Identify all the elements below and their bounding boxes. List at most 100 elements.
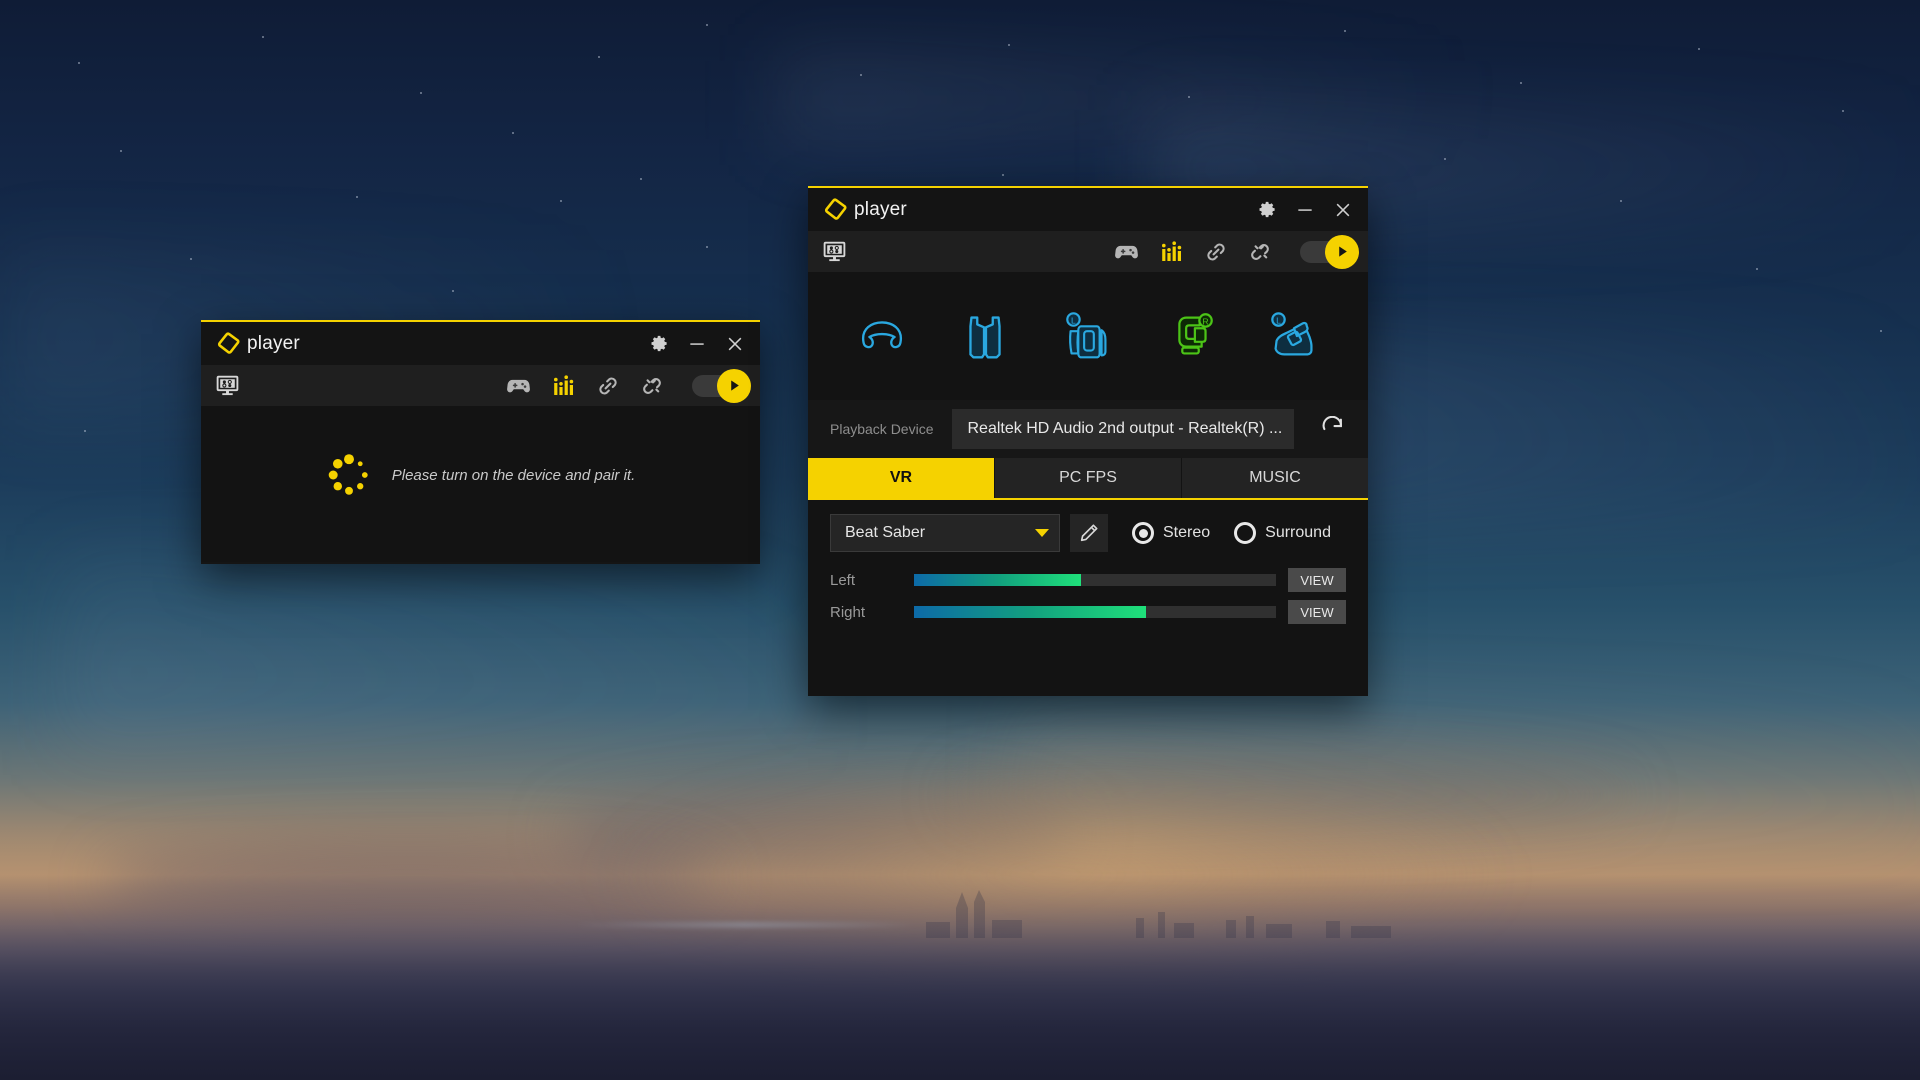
player-logo-icon (824, 198, 847, 220)
svg-text:L: L (1276, 315, 1281, 325)
playback-device-label: Playback Device (830, 421, 934, 437)
view-button-right[interactable]: VIEW (1288, 600, 1346, 624)
app-brand: player (824, 198, 907, 221)
gear-icon[interactable] (1248, 191, 1286, 229)
radio-surround[interactable] (1234, 522, 1257, 544)
cloud-wisp (60, 560, 820, 750)
toolbar-right-group[interactable] (505, 368, 751, 403)
minimize-icon[interactable] (1286, 191, 1324, 229)
vr-settings-panel: Beat Saber Stereo Surround Left VIEW Rig… (808, 500, 1368, 696)
equalizer-icon[interactable] (1160, 240, 1184, 264)
link-icon[interactable] (596, 374, 620, 398)
loading-spinner-icon (328, 454, 368, 495)
playback-device-row: Playback Device Realtek HD Audio 2nd out… (808, 400, 1368, 458)
equalizer-icon[interactable] (552, 374, 576, 398)
star (1520, 82, 1522, 84)
radio-stereo[interactable] (1132, 522, 1154, 544)
toolbar-left-group[interactable] (822, 239, 847, 264)
playback-device-select[interactable]: Realtek HD Audio 2nd output - Realtek(R)… (951, 409, 1295, 449)
main-window[interactable]: player L R L Playback Device Realtek HD … (808, 186, 1368, 696)
star (640, 178, 642, 180)
game-name: Beat Saber (845, 524, 926, 541)
monitor-icon[interactable] (215, 373, 240, 398)
star (1620, 200, 1622, 202)
gamepad-icon[interactable] (1113, 238, 1140, 265)
refresh-icon[interactable] (1320, 412, 1346, 446)
game-select[interactable]: Beat Saber (830, 514, 1060, 552)
broken-link-icon[interactable] (1248, 240, 1272, 264)
svg-text:R: R (1203, 316, 1209, 326)
main-window-toolbar[interactable] (808, 231, 1368, 272)
star (356, 196, 358, 198)
foot-icon[interactable]: L (1263, 305, 1325, 367)
star (598, 56, 600, 58)
play-icon (1325, 234, 1359, 269)
star (1002, 174, 1004, 176)
star (560, 200, 562, 202)
power-toggle[interactable] (1300, 234, 1359, 269)
star (706, 246, 708, 248)
star (1698, 48, 1700, 50)
close-icon[interactable] (1324, 191, 1362, 229)
meter-fill-right (914, 606, 1146, 618)
glove-icon[interactable]: R (1160, 305, 1222, 367)
playback-device-value: Realtek HD Audio 2nd output - Realtek(R)… (967, 420, 1283, 437)
channel-meters: Left VIEW Right VIEW (830, 568, 1346, 624)
star (78, 62, 80, 64)
gamepad-icon[interactable] (505, 372, 532, 399)
star (84, 430, 86, 432)
meter-label-right: Right (830, 603, 866, 621)
meter-label-left: Left (830, 571, 856, 589)
headband-icon[interactable] (851, 305, 913, 367)
minimize-icon[interactable] (678, 325, 716, 363)
meter-track-left[interactable] (914, 574, 1276, 586)
audio-mode-surround[interactable]: Surround (1234, 522, 1331, 544)
star (1842, 110, 1844, 112)
gear-icon[interactable] (640, 325, 678, 363)
monitor-icon[interactable] (822, 239, 847, 264)
view-button-left[interactable]: VIEW (1288, 568, 1346, 592)
audio-mode-stereo[interactable]: Stereo (1132, 522, 1210, 544)
cloud-wisp (780, 60, 1480, 140)
pairing-window-titlebar[interactable]: player (201, 322, 760, 365)
star (706, 24, 708, 26)
star (1756, 268, 1758, 270)
pairing-titlebar-actions[interactable] (640, 325, 754, 363)
main-titlebar-actions[interactable] (1248, 191, 1362, 229)
app-title: player (247, 332, 300, 354)
star (452, 290, 454, 292)
star (1188, 96, 1190, 98)
tab-music[interactable]: MUSIC (1182, 458, 1368, 498)
star (190, 258, 192, 260)
desktop-wallpaper: player Please turn on the device and pai… (0, 0, 1920, 1080)
app-brand: player (217, 332, 300, 355)
meter-row-right: Right VIEW (830, 600, 1346, 624)
vest-icon[interactable] (954, 305, 1016, 367)
pencil-icon[interactable] (1070, 514, 1108, 552)
star (1008, 44, 1010, 46)
star (860, 74, 862, 76)
audio-mode-stereo-label: Stereo (1163, 524, 1211, 541)
broken-link-icon[interactable] (640, 374, 664, 398)
toolbar-right-group[interactable] (1113, 234, 1359, 269)
link-icon[interactable] (1204, 240, 1228, 264)
meter-fill-left (914, 574, 1081, 586)
meter-track-right[interactable] (914, 606, 1276, 618)
arm-sleeve-icon[interactable]: L (1057, 305, 1119, 367)
tab-pc-fps[interactable]: PC FPS (995, 458, 1182, 498)
star (120, 150, 122, 152)
close-icon[interactable] (716, 325, 754, 363)
mode-tabs[interactable]: VR PC FPS MUSIC (808, 458, 1368, 500)
pairing-window[interactable]: player Please turn on the device and pai… (201, 320, 760, 564)
main-window-titlebar[interactable]: player (808, 188, 1368, 231)
svg-text:L: L (1071, 315, 1076, 325)
star (262, 36, 264, 38)
app-title: player (854, 198, 907, 220)
pairing-status-area: Please turn on the device and pair it. (201, 406, 760, 562)
power-toggle[interactable] (692, 368, 751, 403)
device-status-strip: L R L (808, 272, 1368, 400)
star (420, 92, 422, 94)
toolbar-left-group[interactable] (215, 373, 240, 398)
pairing-window-toolbar[interactable] (201, 365, 760, 406)
tab-vr[interactable]: VR (808, 458, 995, 498)
